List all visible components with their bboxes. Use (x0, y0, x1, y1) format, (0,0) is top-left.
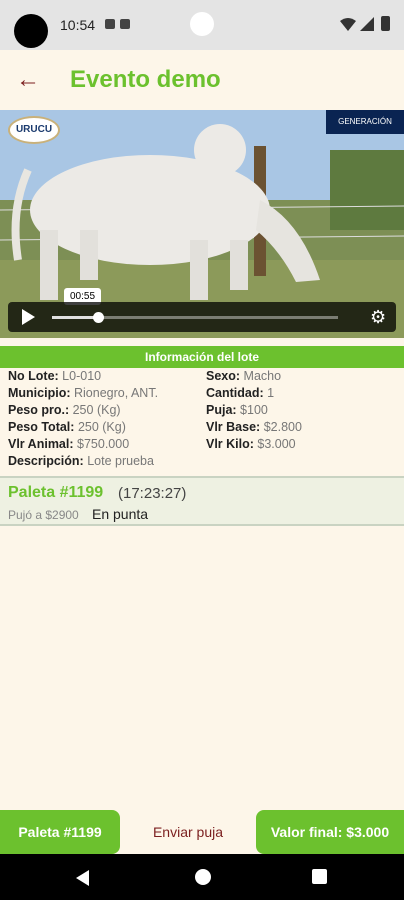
info-value: Macho (243, 369, 282, 383)
info-value: L0-010 (62, 369, 102, 383)
status-bar: 10:54 (0, 0, 404, 50)
info-label: No Lote: (8, 369, 59, 383)
bid-paddle: Paleta #1199 (8, 484, 104, 501)
video-controls: ⚙ (8, 302, 396, 332)
send-bid-button[interactable]: Enviar puja (120, 810, 256, 854)
bid-time: (17:23:27) (118, 485, 187, 502)
info-label: Puja: (206, 403, 237, 417)
camera-cutout (14, 14, 48, 48)
info-label: Vlr Animal: (8, 437, 74, 451)
info-label: Cantidad: (206, 386, 264, 400)
battery-icon (381, 16, 390, 31)
info-row: Vlr Kilo: $3.000 (206, 437, 296, 451)
paddle-label: Paleta #1199 (0, 810, 120, 854)
info-row: No Lote: L0-010 (8, 369, 101, 383)
info-label: Municipio: (8, 386, 71, 400)
video-player[interactable]: URUCU GENERACIÓN 00:55 ⚙ (0, 110, 404, 338)
info-label: Sexo: (206, 369, 241, 383)
app-bar: ← Evento demo (0, 50, 404, 110)
info-value: 250 (Kg) (77, 420, 126, 434)
nav-back-icon[interactable] (76, 870, 89, 886)
sim-icon (120, 19, 130, 29)
info-label: Vlr Base: (206, 420, 261, 434)
progress-knob[interactable] (92, 312, 104, 323)
info-value: $750.000 (77, 437, 130, 451)
status-time: 10:54 (60, 17, 96, 33)
info-row: Municipio: Rionegro, ANT. (8, 386, 158, 400)
info-label: Descripción: (8, 454, 84, 468)
info-value: 1 (267, 386, 275, 400)
progress-fill (52, 316, 98, 319)
nav-recents-icon[interactable] (312, 869, 327, 884)
gear-icon[interactable]: ⚙ (370, 308, 388, 326)
play-icon[interactable] (22, 309, 35, 325)
nav-bar (0, 854, 404, 900)
info-label: Peso pro.: (8, 403, 70, 417)
info-row: Peso pro.: 250 (Kg) (8, 403, 121, 417)
info-value: Lote prueba (87, 454, 154, 468)
front-camera (190, 12, 214, 36)
bid-amount: Pujó a $2900 (8, 508, 79, 522)
info-value: 250 (Kg) (72, 403, 121, 417)
logo-left: URUCU (8, 116, 60, 144)
info-value: $3.000 (257, 437, 296, 451)
bid-state: En punta (92, 506, 149, 522)
signal-icon (360, 17, 374, 31)
info-row: Vlr Base: $2.800 (206, 420, 302, 434)
final-value-label: Valor final: $3.000 (256, 810, 404, 854)
progress-track[interactable] (52, 312, 338, 323)
bottom-bar: Paleta #1199 Enviar puja Valor final: $3… (0, 810, 404, 854)
info-row: Puja: $100 (206, 403, 268, 417)
logo-right: GENERACIÓN (326, 110, 404, 134)
info-value: $2.800 (263, 420, 302, 434)
info-row: Sexo: Macho (206, 369, 281, 383)
info-value: $100 (240, 403, 268, 417)
wifi-icon (340, 18, 356, 31)
info-label: Vlr Kilo: (206, 437, 254, 451)
info-value: Rionegro, ANT. (73, 386, 159, 400)
back-arrow-icon[interactable]: ← (16, 68, 42, 94)
info-row: Descripción: Lote prueba (8, 454, 154, 468)
info-label: Peso Total: (8, 420, 75, 434)
bid-card: Paleta #1199 (17:23:27) Pujó a $2900 En … (0, 476, 404, 526)
nav-home-icon[interactable] (195, 869, 211, 885)
page-title: Evento demo (70, 66, 221, 93)
notification-icon (105, 19, 115, 29)
info-row: Vlr Animal: $750.000 (8, 437, 129, 451)
info-row: Cantidad: 1 (206, 386, 274, 400)
info-row: Peso Total: 250 (Kg) (8, 420, 126, 434)
lot-header: Información del lote (0, 346, 404, 368)
